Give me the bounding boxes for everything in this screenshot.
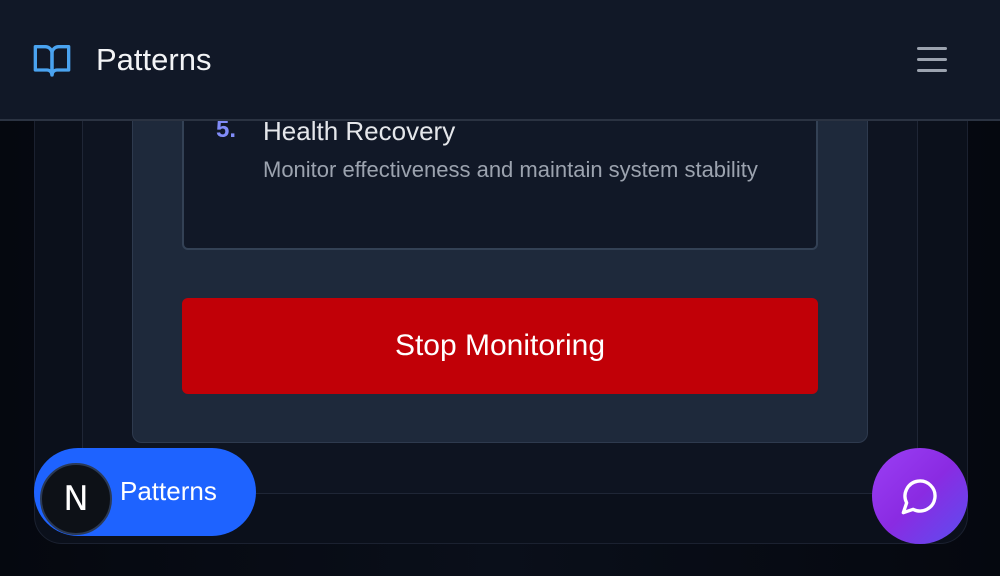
patterns-pill-button[interactable]: N Patterns [34,448,256,536]
stop-monitoring-button[interactable]: Stop Monitoring [182,298,818,394]
book-open-icon [33,45,71,77]
app-header: Patterns [0,0,1000,121]
hamburger-menu-icon [917,47,947,50]
pill-label: Patterns [120,476,217,506]
chat-bubble-icon [901,479,937,515]
step-description: Monitor effectiveness and maintain syste… [263,157,758,182]
avatar: N [40,463,112,535]
menu-button[interactable] [910,40,954,80]
chat-button[interactable] [872,448,968,544]
page-title: Patterns [96,42,212,77]
page: 5. Health Recovery Monitor effectiveness… [0,0,1000,576]
